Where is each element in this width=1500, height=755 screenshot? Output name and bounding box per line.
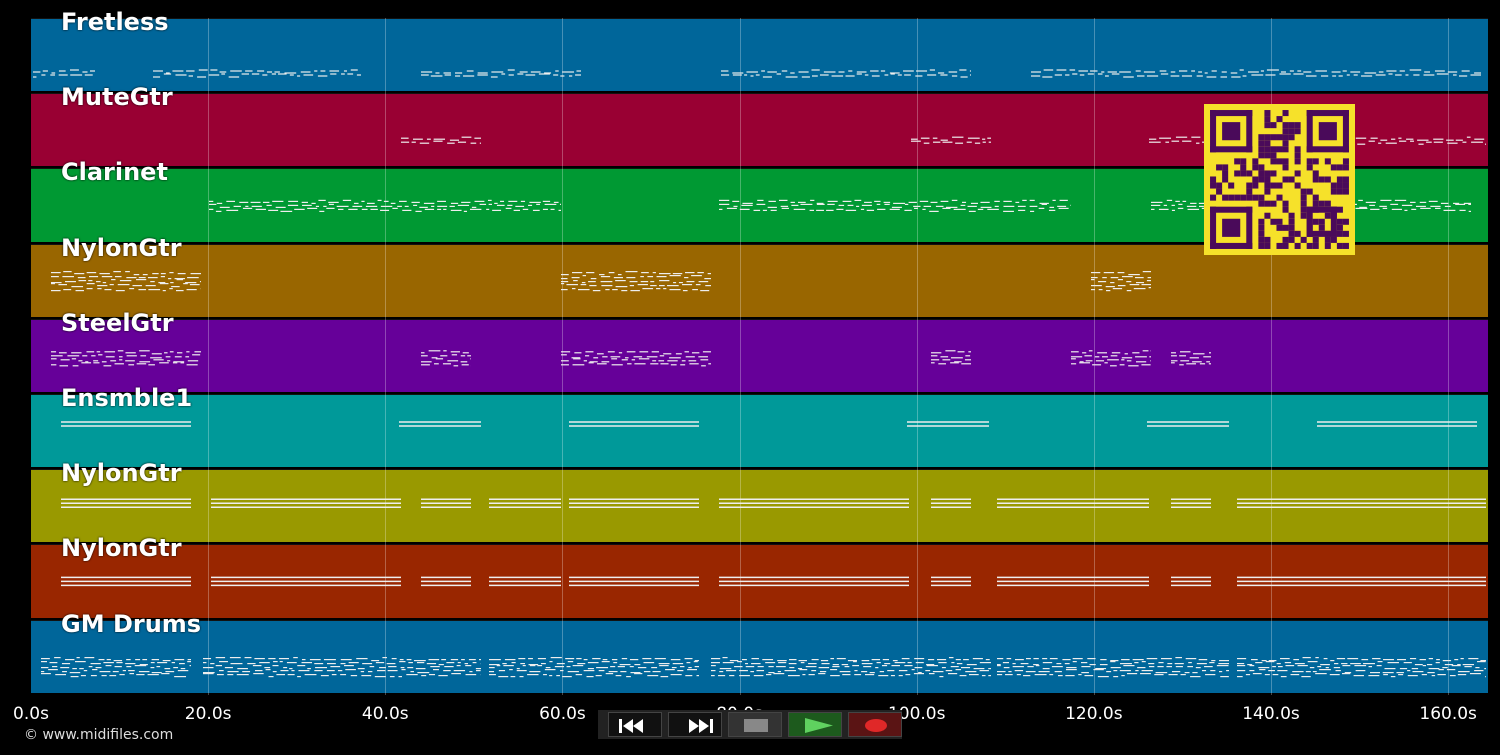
time-tick-label: 120.0s bbox=[1065, 704, 1123, 724]
copyright-text: © www.midifiles.com bbox=[24, 727, 174, 743]
track-name: Ensmble1 bbox=[61, 384, 193, 412]
stop-icon bbox=[744, 719, 768, 732]
track-lane[interactable]: NylonGtr bbox=[31, 460, 1488, 543]
time-tick-label: 60.0s bbox=[539, 704, 586, 724]
fast-forward-button[interactable] bbox=[668, 712, 722, 737]
track-lane[interactable]: NylonGtr bbox=[31, 535, 1488, 618]
track-name: NylonGtr bbox=[61, 233, 182, 262]
rewind-icon bbox=[619, 719, 643, 733]
time-tick-label: 0.0s bbox=[13, 704, 49, 724]
fast-forward-icon bbox=[689, 719, 713, 733]
track-lane[interactable]: Ensmble1 bbox=[31, 385, 1488, 468]
grid-line bbox=[208, 18, 210, 695]
time-tick-label: 20.0s bbox=[184, 704, 232, 724]
track-name: MuteGtr bbox=[61, 83, 173, 112]
track-name: NylonGtr bbox=[61, 459, 182, 488]
play-button[interactable] bbox=[788, 712, 842, 737]
record-button[interactable] bbox=[848, 712, 902, 737]
grid-line bbox=[385, 18, 387, 695]
grid-line bbox=[916, 18, 918, 695]
track-name: NylonGtr bbox=[61, 534, 182, 563]
rewind-button[interactable] bbox=[608, 712, 662, 737]
grid-line bbox=[562, 18, 564, 695]
track-name: SteelGtr bbox=[61, 308, 174, 337]
record-icon bbox=[865, 719, 887, 732]
time-tick-label: 140.0s bbox=[1242, 704, 1300, 724]
track-lane[interactable]: SteelGtr bbox=[31, 310, 1488, 392]
transport-bar bbox=[598, 710, 902, 739]
grid-line bbox=[1448, 18, 1450, 695]
track-lane[interactable]: Fretless bbox=[31, 9, 1488, 92]
track-name: GM Drums bbox=[61, 609, 202, 638]
stop-button[interactable] bbox=[728, 712, 782, 737]
track-lane[interactable]: GM Drums bbox=[31, 611, 1488, 693]
play-icon bbox=[805, 718, 833, 733]
track-name: Fretless bbox=[61, 8, 169, 36]
time-tick-label: 40.0s bbox=[361, 704, 409, 724]
qr-code-icon bbox=[1204, 104, 1355, 255]
time-tick-label: 160.0s bbox=[1419, 704, 1477, 724]
grid-line bbox=[739, 18, 741, 695]
grid-line bbox=[1093, 18, 1095, 695]
track-name: Clarinet bbox=[61, 158, 168, 187]
